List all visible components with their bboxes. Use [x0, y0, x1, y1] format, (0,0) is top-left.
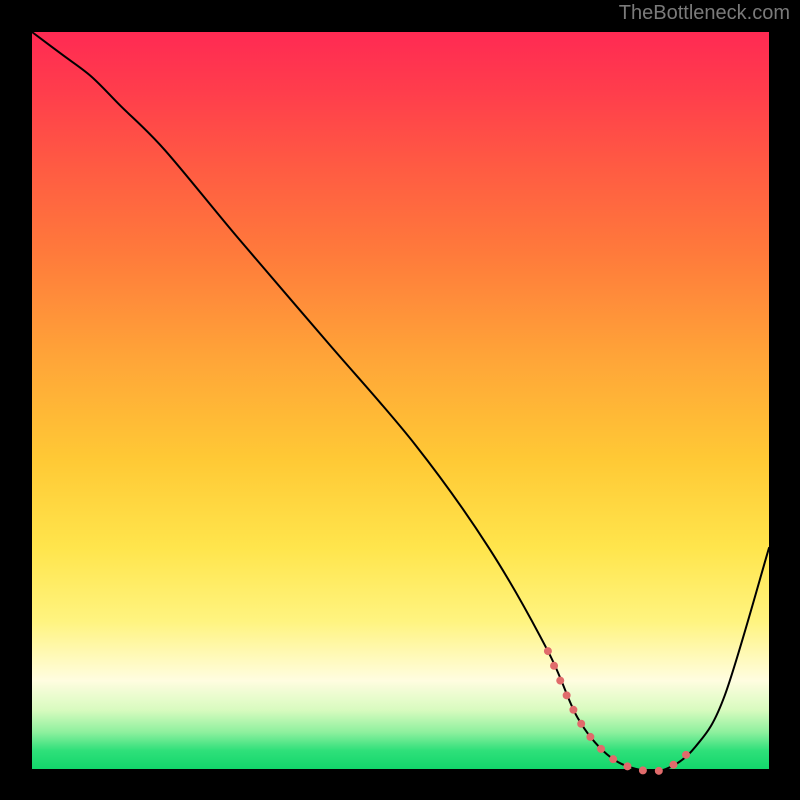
- valley-marker-dots: [548, 651, 695, 771]
- chart-root: TheBottleneck.com: [0, 0, 800, 800]
- plot-gradient-background: [32, 32, 769, 769]
- bottleneck-curve: [32, 32, 769, 771]
- attribution-label: TheBottleneck.com: [619, 2, 790, 25]
- curve-layer: [32, 32, 769, 769]
